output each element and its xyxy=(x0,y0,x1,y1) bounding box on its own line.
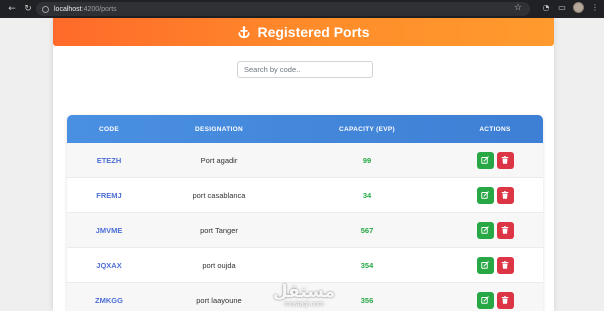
edit-button[interactable] xyxy=(476,186,494,204)
menu-dots-icon[interactable]: ⋮ xyxy=(590,3,600,13)
edit-icon xyxy=(481,261,489,269)
column-header-actions: ACTIONS xyxy=(479,125,511,133)
delete-button[interactable] xyxy=(496,256,514,274)
address-bar[interactable]: localhost:4200/ports ☆ xyxy=(36,2,530,16)
cell-actions xyxy=(447,291,543,309)
watermark: مستقل mostaql.com xyxy=(264,283,344,309)
delete-button[interactable] xyxy=(496,151,514,169)
cell-designation: port oujda xyxy=(202,260,236,270)
cell-designation: port casablanca xyxy=(192,190,246,200)
sidepanel-icon[interactable]: ▭ xyxy=(557,3,567,13)
anchor-icon xyxy=(237,25,251,39)
page-background: Registered Ports CODE DESIGNATION CAPACI… xyxy=(0,18,604,311)
trash-icon xyxy=(501,226,509,234)
cell-designation: port Tanger xyxy=(200,225,238,235)
cell-designation: Port agadir xyxy=(200,155,238,165)
cell-code: ZMKGG xyxy=(95,295,123,305)
edit-icon xyxy=(481,156,489,164)
cell-actions xyxy=(447,186,543,204)
delete-button[interactable] xyxy=(496,291,514,309)
delete-button[interactable] xyxy=(496,221,514,239)
cell-actions xyxy=(447,256,543,274)
cell-code: ETEZH xyxy=(96,155,122,165)
cell-capacity: 567 xyxy=(360,225,374,235)
edit-icon xyxy=(481,226,489,234)
edit-icon xyxy=(481,191,489,199)
search-input[interactable] xyxy=(237,61,373,78)
edit-button[interactable] xyxy=(476,221,494,239)
cell-code: JMVME xyxy=(95,225,123,235)
watermark-latin: mostaql.com xyxy=(284,301,324,308)
watermark-arabic: مستقل xyxy=(272,282,336,302)
cell-actions xyxy=(447,221,543,239)
site-info-icon[interactable] xyxy=(42,5,49,13)
cell-capacity: 354 xyxy=(360,260,374,270)
profile-avatar[interactable] xyxy=(573,2,584,13)
browser-toolbar: ← ↻ localhost:4200/ports ☆ ◔ ▭ ⋮ xyxy=(0,0,604,18)
trash-icon xyxy=(501,296,509,304)
trash-icon xyxy=(501,191,509,199)
cell-code: JQXAX xyxy=(96,260,122,270)
page-title: Registered Ports xyxy=(257,24,370,40)
cell-capacity: 99 xyxy=(362,155,372,165)
edit-button[interactable] xyxy=(476,291,494,309)
cell-capacity: 34 xyxy=(362,190,372,200)
table-row: FREMJ port casablanca 34 xyxy=(67,178,543,213)
column-header-designation[interactable]: DESIGNATION xyxy=(151,126,287,133)
trash-icon xyxy=(501,156,509,164)
back-arrow-icon[interactable]: ← xyxy=(6,3,18,15)
delete-button[interactable] xyxy=(496,186,514,204)
extension-icon[interactable]: ◔ xyxy=(541,3,551,13)
bookmark-star-icon[interactable]: ☆ xyxy=(514,3,522,13)
table-row: JQXAX port oujda 354 xyxy=(67,248,543,283)
edit-button[interactable] xyxy=(476,151,494,169)
column-header-code[interactable]: CODE xyxy=(67,126,151,133)
ports-card: Registered Ports CODE DESIGNATION CAPACI… xyxy=(53,18,554,311)
table-row: ETEZH Port agadir 99 xyxy=(67,143,543,178)
cell-code: FREMJ xyxy=(96,190,122,200)
cell-actions xyxy=(447,151,543,169)
edit-button[interactable] xyxy=(476,256,494,274)
page-header: Registered Ports xyxy=(53,18,554,46)
url-text: localhost:4200/ports xyxy=(54,5,117,13)
reload-icon[interactable]: ↻ xyxy=(22,3,34,15)
column-header-capacity[interactable]: CAPACITY (EVP) xyxy=(287,126,447,133)
table-header: CODE DESIGNATION CAPACITY (EVP) ACTIONS xyxy=(67,115,543,143)
trash-icon xyxy=(501,261,509,269)
table-row: JMVME port Tanger 567 xyxy=(67,213,543,248)
edit-icon xyxy=(481,296,489,304)
